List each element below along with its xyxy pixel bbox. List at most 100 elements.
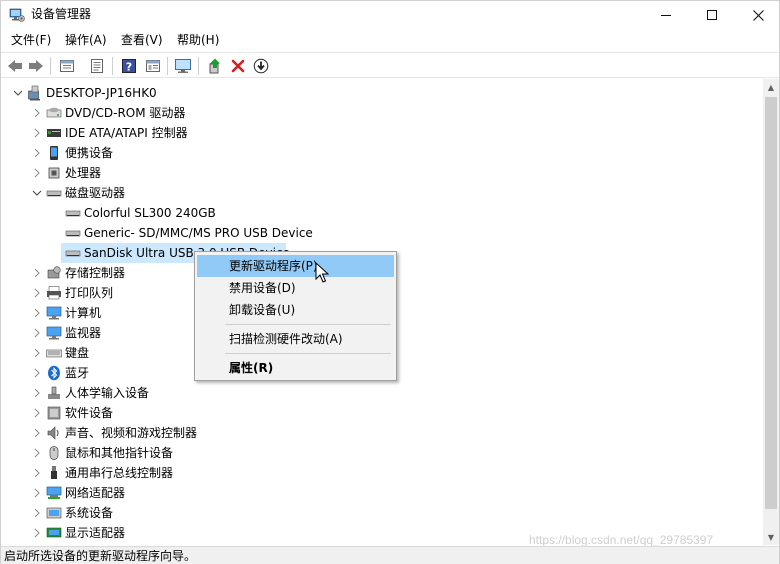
chevron-right-icon[interactable]	[32, 408, 42, 418]
chevron-right-icon[interactable]	[32, 368, 42, 378]
menu-action[interactable]: 操作(A)	[65, 32, 107, 48]
tree-item-processor[interactable]: 处理器	[1, 163, 761, 183]
context-uninstall-device[interactable]: 卸载设备(U)	[197, 299, 394, 321]
status-bar: 启动所选设备的更新驱动程序向导。	[1, 546, 779, 564]
tree-item-disk-0[interactable]: Colorful SL300 240GB	[1, 203, 761, 223]
back-arrow-icon	[8, 60, 22, 72]
minimize-button[interactable]	[643, 1, 689, 29]
update-driver-button[interactable]	[205, 56, 225, 76]
system-device-icon	[46, 507, 62, 519]
tree-item-label: 便携设备	[65, 146, 114, 160]
toolbar-separator	[50, 57, 51, 75]
root-icon	[28, 85, 40, 101]
maximize-icon	[707, 10, 717, 20]
tree-item-dvd-drive[interactable]: DVD/CD-ROM 驱动器	[1, 103, 761, 123]
tree-item-ide-controller[interactable]: IDE ATA/ATAPI 控制器	[1, 123, 761, 143]
scan-button[interactable]	[173, 56, 193, 76]
maximize-button[interactable]	[689, 1, 735, 29]
tree-item-usb-controller[interactable]: 通用串行总线控制器	[1, 463, 761, 483]
download-button[interactable]	[251, 56, 271, 76]
close-button[interactable]	[735, 1, 780, 29]
tree-item-software-device[interactable]: 软件设备	[1, 403, 761, 423]
software-device-icon	[47, 406, 61, 420]
print-queue-icon	[47, 286, 61, 300]
chevron-right-icon[interactable]	[32, 528, 42, 538]
chevron-right-icon[interactable]	[32, 148, 42, 158]
context-menu: 更新驱动程序(P) 禁用设备(D) 卸载设备(U) 扫描检测硬件改动(A) 属性…	[194, 251, 397, 381]
menu-help[interactable]: 帮助(H)	[177, 32, 219, 48]
monitor-icon	[46, 326, 62, 340]
tree-item-root[interactable]: DESKTOP-JP16HK0	[1, 83, 761, 103]
back-button[interactable]	[5, 56, 25, 76]
usb-controller-icon	[51, 466, 57, 479]
context-disable-device[interactable]: 禁用设备(D)	[197, 277, 394, 299]
tree-item-label: Colorful SL300 240GB	[84, 206, 216, 220]
view-icon	[146, 60, 160, 72]
chevron-down-icon[interactable]	[13, 88, 23, 98]
list-button[interactable]	[87, 56, 107, 76]
menu-bar: 文件(F) 操作(A) 查看(V) 帮助(H)	[1, 29, 779, 51]
uninstall-icon	[231, 59, 245, 73]
tree-item-label: 人体学输入设备	[65, 386, 150, 400]
chevron-right-icon[interactable]	[32, 268, 42, 278]
tree-item-label: 存储控制器	[65, 266, 126, 280]
tree-item-label: IDE ATA/ATAPI 控制器	[65, 126, 188, 140]
chevron-right-icon[interactable]	[32, 428, 42, 438]
menu-file[interactable]: 文件(F)	[11, 32, 51, 48]
tree-item-disk-1[interactable]: Generic- SD/MMC/MS PRO USB Device	[1, 223, 761, 243]
chevron-right-icon[interactable]	[32, 328, 42, 338]
chevron-right-icon[interactable]	[32, 448, 42, 458]
computer-icon	[46, 306, 62, 320]
update-driver-icon	[209, 58, 220, 74]
help-icon: ?	[122, 59, 136, 74]
context-separator	[225, 353, 391, 354]
chevron-right-icon[interactable]	[32, 168, 42, 178]
tree-item-network-adapter[interactable]: 网络适配器	[1, 483, 761, 503]
tree-item-sound-controller[interactable]: 声音、视频和游戏控制器	[1, 423, 761, 443]
disk-drive-icon	[46, 190, 62, 197]
menu-view[interactable]: 查看(V)	[121, 32, 163, 48]
tree-item-label: 声音、视频和游戏控制器	[65, 426, 198, 440]
context-update-driver[interactable]: 更新驱动程序(P)	[197, 255, 394, 277]
scroll-up-arrow-icon[interactable]: ▲	[763, 79, 779, 95]
chevron-right-icon[interactable]	[32, 108, 42, 118]
chevron-right-icon[interactable]	[32, 388, 42, 398]
chevron-right-icon[interactable]	[32, 508, 42, 518]
properties-button[interactable]	[57, 56, 77, 76]
chevron-down-icon[interactable]	[32, 188, 42, 198]
dvd-drive-icon	[46, 107, 62, 118]
sound-controller-icon	[47, 426, 59, 440]
chevron-right-icon[interactable]	[32, 288, 42, 298]
chevron-right-icon[interactable]	[32, 468, 42, 478]
context-properties[interactable]: 属性(R)	[197, 357, 394, 379]
scroll-down-arrow-icon[interactable]: ▼	[763, 529, 779, 545]
forward-arrow-icon	[29, 60, 43, 72]
disk-2-icon	[65, 250, 81, 257]
tree-item-disk-drive[interactable]: 磁盘驱动器	[1, 183, 761, 203]
hid-device-icon	[48, 386, 60, 399]
view-button[interactable]	[143, 56, 163, 76]
chevron-right-icon[interactable]	[32, 348, 42, 358]
tree-item-mouse-device[interactable]: 鼠标和其他指针设备	[1, 443, 761, 463]
network-adapter-icon	[46, 486, 62, 499]
tree-item-label: 蓝牙	[65, 366, 90, 380]
list-icon	[91, 59, 103, 73]
monitor-icon	[175, 59, 191, 73]
tree-item-portable-device[interactable]: 便携设备	[1, 143, 761, 163]
watermark: https://blog.csdn.net/qq_29785397	[529, 533, 714, 547]
tree-item-hid-device[interactable]: 人体学输入设备	[1, 383, 761, 403]
tree-item-label: Generic- SD/MMC/MS PRO USB Device	[84, 226, 313, 240]
forward-button[interactable]	[26, 56, 46, 76]
tree-item-system-device[interactable]: 系统设备	[1, 503, 761, 523]
title-bar[interactable]: 设备管理器	[1, 1, 779, 29]
help-button[interactable]: ?	[119, 56, 139, 76]
context-scan-hardware[interactable]: 扫描检测硬件改动(A)	[197, 328, 394, 350]
uninstall-button[interactable]	[228, 56, 248, 76]
chevron-right-icon[interactable]	[32, 488, 42, 498]
vertical-scrollbar[interactable]: ▲ ▼	[763, 79, 779, 545]
chevron-right-icon[interactable]	[32, 308, 42, 318]
device-manager-icon	[9, 8, 25, 22]
scrollbar-thumb[interactable]	[765, 97, 777, 509]
keyboard-icon	[46, 349, 62, 358]
chevron-right-icon[interactable]	[32, 128, 42, 138]
